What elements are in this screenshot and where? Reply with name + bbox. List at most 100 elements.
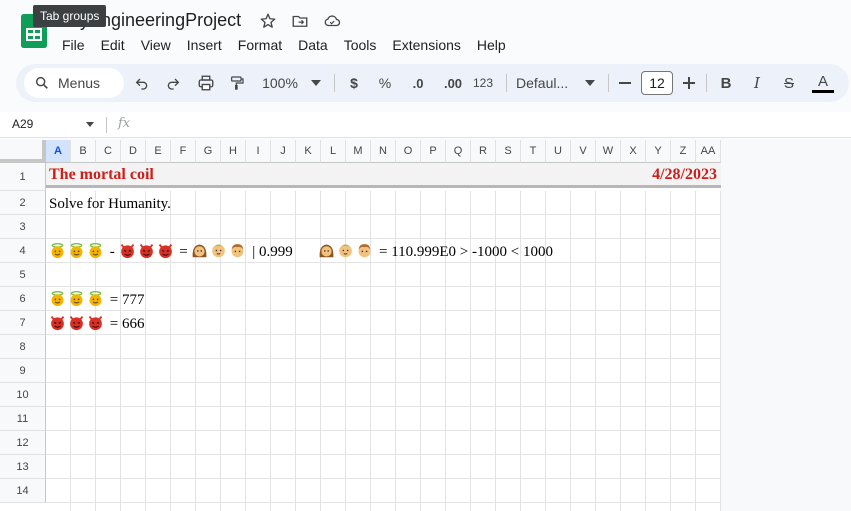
- italic-button[interactable]: I: [747, 72, 767, 94]
- row-header-11[interactable]: 11: [0, 407, 46, 431]
- column-header-t[interactable]: T: [521, 140, 546, 163]
- cloud-status-icon[interactable]: [322, 11, 342, 31]
- cell-a7[interactable]: = 666: [49, 314, 144, 334]
- date-cell[interactable]: 4/28/2023: [652, 166, 717, 184]
- column-header-f[interactable]: F: [171, 140, 196, 163]
- decrease-font-size-icon[interactable]: [617, 72, 633, 94]
- row4-end-text: = 110.999E0 > -1000 < 1000: [378, 244, 553, 260]
- chevron-down-icon[interactable]: [309, 72, 323, 94]
- column-header-p[interactable]: P: [421, 140, 446, 163]
- menu-file[interactable]: File: [54, 35, 93, 55]
- menu-extensions[interactable]: Extensions: [384, 35, 468, 55]
- menus-search-button[interactable]: Menus: [24, 68, 124, 98]
- row-gridline: [46, 310, 721, 311]
- column-header-w[interactable]: W: [596, 140, 621, 163]
- cell-a6[interactable]: = 777: [49, 290, 144, 310]
- row-header-8[interactable]: 8: [0, 335, 46, 359]
- menu-tools[interactable]: Tools: [336, 35, 385, 55]
- bold-button[interactable]: B: [716, 72, 736, 94]
- row-gridline: [46, 238, 721, 239]
- undo-icon[interactable]: [132, 72, 152, 94]
- row-gridline: [46, 430, 721, 431]
- currency-format-button[interactable]: $: [344, 72, 364, 94]
- move-folder-icon[interactable]: [290, 11, 310, 31]
- row-gridline: [46, 502, 721, 503]
- strikethrough-button[interactable]: S: [779, 72, 799, 94]
- column-header-x[interactable]: X: [621, 140, 646, 163]
- row-header-10[interactable]: 10: [0, 383, 46, 407]
- row-header-2[interactable]: 2: [0, 191, 46, 215]
- angel-face-icon: [51, 291, 64, 307]
- column-header-a[interactable]: A: [46, 140, 71, 163]
- angel-face-icon: [70, 243, 83, 259]
- column-header-q[interactable]: Q: [446, 140, 471, 163]
- row-header-14[interactable]: 14: [0, 479, 46, 503]
- zoom-select[interactable]: 100%: [260, 72, 300, 94]
- paint-format-icon[interactable]: [227, 72, 247, 94]
- column-header-i[interactable]: I: [246, 140, 271, 163]
- chevron-down-icon[interactable]: [86, 122, 94, 127]
- row-header-12[interactable]: 12: [0, 431, 46, 455]
- menu-data[interactable]: Data: [290, 35, 336, 55]
- row-gridline: [46, 358, 721, 359]
- column-header-u[interactable]: U: [546, 140, 571, 163]
- column-header-v[interactable]: V: [571, 140, 596, 163]
- decrease-decimal-button[interactable]: .0: [405, 72, 431, 94]
- column-header-r[interactable]: R: [471, 140, 496, 163]
- column-gridline: [470, 191, 471, 511]
- menu-insert[interactable]: Insert: [179, 35, 230, 55]
- increase-decimal-button[interactable]: .00: [438, 72, 468, 94]
- column-header-h[interactable]: H: [221, 140, 246, 163]
- menu-format[interactable]: Format: [230, 35, 290, 55]
- column-header-k[interactable]: K: [296, 140, 321, 163]
- column-gridline: [170, 191, 171, 511]
- column-header-c[interactable]: C: [96, 140, 121, 163]
- column-header-o[interactable]: O: [396, 140, 421, 163]
- column-header-z[interactable]: Z: [671, 140, 696, 163]
- cell-a4[interactable]: - = | 0.999 = 110.999E0 > -1000 < 1000: [49, 242, 553, 262]
- column-header-e[interactable]: E: [146, 140, 171, 163]
- column-header-g[interactable]: G: [196, 140, 221, 163]
- row-header-1[interactable]: 1: [0, 163, 46, 191]
- increase-font-size-icon[interactable]: [681, 72, 697, 94]
- more-formats-button[interactable]: 123: [471, 72, 495, 94]
- devil-emoji-group: [119, 243, 180, 260]
- row-header-3[interactable]: 3: [0, 215, 46, 239]
- row-header-9[interactable]: 9: [0, 359, 46, 383]
- row-header-7[interactable]: 7: [0, 311, 46, 335]
- minus-operator: -: [109, 244, 115, 260]
- column-header-d[interactable]: D: [121, 140, 146, 163]
- woman-face-icon: [319, 244, 334, 258]
- row-header-6[interactable]: 6: [0, 287, 46, 311]
- row-header-13[interactable]: 13: [0, 455, 46, 479]
- row-header-5[interactable]: 5: [0, 263, 46, 287]
- sheet-grid[interactable]: The mortal coil 4/28/2023 Solve for Huma…: [0, 140, 851, 511]
- menu-help[interactable]: Help: [469, 35, 514, 55]
- print-icon[interactable]: [195, 72, 217, 94]
- column-gridline: [320, 191, 321, 511]
- cell-a2[interactable]: Solve for Humanity.: [49, 194, 171, 214]
- column-header-n[interactable]: N: [371, 140, 396, 163]
- row-header-4[interactable]: 4: [0, 239, 46, 263]
- chevron-down-icon[interactable]: [583, 72, 597, 94]
- name-box[interactable]: A29: [12, 117, 33, 131]
- column-header-y[interactable]: Y: [646, 140, 671, 163]
- menu-edit[interactable]: Edit: [93, 35, 133, 55]
- column-header-s[interactable]: S: [496, 140, 521, 163]
- text-color-button[interactable]: A: [812, 72, 834, 94]
- menu-view[interactable]: View: [133, 35, 179, 55]
- redo-icon[interactable]: [163, 72, 183, 94]
- column-header-l[interactable]: L: [321, 140, 346, 163]
- people-emoji-group: [191, 244, 252, 260]
- row-gridline: [46, 406, 721, 407]
- select-all-corner[interactable]: [0, 140, 46, 163]
- font-size-input[interactable]: 12: [641, 71, 673, 95]
- sheet-title-cell[interactable]: The mortal coil: [49, 166, 154, 184]
- star-icon[interactable]: [258, 11, 278, 31]
- column-header-b[interactable]: B: [71, 140, 96, 163]
- column-header-j[interactable]: J: [271, 140, 296, 163]
- column-header-aa[interactable]: AA: [696, 140, 721, 163]
- percent-format-button[interactable]: %: [375, 72, 395, 94]
- column-header-m[interactable]: M: [346, 140, 371, 163]
- font-family-select[interactable]: Defaul...: [516, 72, 580, 94]
